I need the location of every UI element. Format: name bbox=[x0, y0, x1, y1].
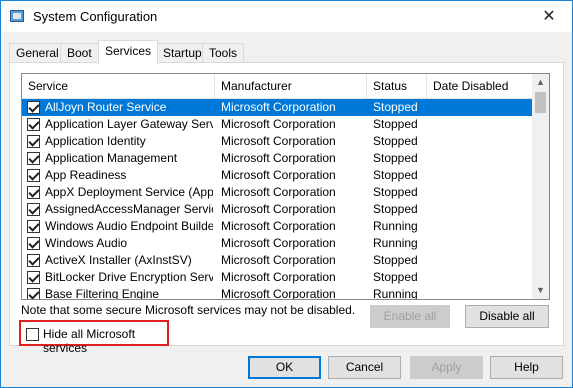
service-row[interactable]: Application Identity Microsoft Corporatio… bbox=[22, 133, 533, 150]
tab-tools[interactable]: Tools bbox=[202, 43, 245, 63]
close-icon[interactable]: ✕ bbox=[536, 5, 562, 29]
service-status: Stopped bbox=[373, 134, 418, 148]
service-name: ActiveX Installer (AxInstSV) bbox=[45, 253, 192, 267]
service-enabled-checkbox[interactable] bbox=[27, 101, 40, 114]
service-enabled-checkbox[interactable] bbox=[27, 288, 40, 299]
services-list[interactable]: Service Manufacturer Status Date Disable… bbox=[21, 73, 550, 300]
service-manufacturer: Microsoft Corporation bbox=[221, 287, 336, 300]
service-row[interactable]: BitLocker Drive Encryption Service Micros… bbox=[22, 269, 533, 286]
service-manufacturer: Microsoft Corporation bbox=[221, 270, 336, 284]
services-rows: AllJoyn Router Service Microsoft Corporat… bbox=[22, 99, 533, 300]
service-enabled-checkbox[interactable] bbox=[27, 203, 40, 216]
tab-general[interactable]: General bbox=[9, 43, 66, 63]
secure-services-note: Note that some secure Microsoft services… bbox=[21, 303, 356, 317]
help-button[interactable]: Help bbox=[490, 356, 563, 379]
service-row[interactable]: App Readiness Microsoft Corporation Stoppe… bbox=[22, 167, 533, 184]
scrollbar-thumb[interactable] bbox=[535, 92, 546, 113]
service-name: Windows Audio bbox=[45, 236, 128, 250]
service-row[interactable]: ActiveX Installer (AxInstSV) Microsoft Co… bbox=[22, 252, 533, 269]
apply-button[interactable]: Apply bbox=[410, 356, 483, 379]
service-enabled-checkbox[interactable] bbox=[27, 186, 40, 199]
service-enabled-checkbox[interactable] bbox=[27, 271, 40, 284]
service-enabled-checkbox[interactable] bbox=[27, 118, 40, 131]
msconfig-app-icon bbox=[10, 10, 24, 22]
service-manufacturer: Microsoft Corporation bbox=[221, 253, 336, 267]
service-status: Running bbox=[373, 287, 418, 300]
service-row[interactable]: AssignedAccessManager Service Microsoft C… bbox=[22, 201, 533, 218]
service-row[interactable]: Base Filtering Engine Microsoft Corporati… bbox=[22, 286, 533, 300]
system-configuration-window: System Configuration ✕ General Boot Serv… bbox=[0, 0, 573, 388]
service-enabled-checkbox[interactable] bbox=[27, 220, 40, 233]
scroll-up-arrow-icon[interactable]: ▲ bbox=[532, 74, 549, 91]
service-name: Windows Audio Endpoint Builder bbox=[45, 219, 213, 233]
service-name: Application Management bbox=[45, 151, 178, 165]
column-header-manufacturer[interactable]: Manufacturer bbox=[215, 74, 367, 99]
service-row[interactable]: Windows Audio Microsoft Corporation Runnin… bbox=[22, 235, 533, 252]
column-header-status[interactable]: Status bbox=[367, 74, 427, 99]
service-manufacturer: Microsoft Corporation bbox=[221, 202, 336, 216]
service-manufacturer: Microsoft Corporation bbox=[221, 151, 336, 165]
column-header-date-disabled[interactable]: Date Disabled bbox=[427, 74, 533, 99]
scroll-down-arrow-icon[interactable]: ▼ bbox=[532, 282, 549, 299]
service-status: Stopped bbox=[373, 117, 418, 131]
service-row[interactable]: AllJoyn Router Service Microsoft Corporat… bbox=[22, 99, 533, 116]
vertical-scrollbar[interactable]: ▲ ▼ bbox=[532, 74, 549, 299]
title-bar[interactable]: System Configuration ✕ bbox=[1, 1, 572, 32]
service-manufacturer: Microsoft Corporation bbox=[221, 117, 336, 131]
service-manufacturer: Microsoft Corporation bbox=[221, 185, 336, 199]
window-title: System Configuration bbox=[33, 9, 158, 24]
service-status: Stopped bbox=[373, 253, 418, 267]
service-enabled-checkbox[interactable] bbox=[27, 152, 40, 165]
cancel-button[interactable]: Cancel bbox=[328, 356, 401, 379]
tab-boot[interactable]: Boot bbox=[60, 43, 99, 63]
service-enabled-checkbox[interactable] bbox=[27, 169, 40, 182]
service-row[interactable]: Application Management Microsoft Corporat… bbox=[22, 150, 533, 167]
service-manufacturer: Microsoft Corporation bbox=[221, 236, 336, 250]
service-name: Base Filtering Engine bbox=[45, 287, 160, 300]
ok-button[interactable]: OK bbox=[248, 356, 321, 379]
service-name: Application Identity bbox=[45, 134, 146, 148]
service-status: Running bbox=[373, 219, 418, 233]
service-manufacturer: Microsoft Corporation bbox=[221, 168, 336, 182]
tab-startup[interactable]: Startup bbox=[156, 43, 209, 63]
service-row[interactable]: Windows Audio Endpoint Builder Microsoft … bbox=[22, 218, 533, 235]
services-tab-panel: Service Manufacturer Status Date Disable… bbox=[9, 62, 564, 355]
service-status: Stopped bbox=[373, 100, 418, 114]
service-status: Stopped bbox=[373, 202, 418, 216]
service-status: Running bbox=[373, 236, 418, 250]
service-status: Stopped bbox=[373, 151, 418, 165]
hide-microsoft-services-checkbox[interactable] bbox=[26, 328, 39, 341]
disable-all-button[interactable]: Disable all bbox=[465, 305, 549, 328]
hide-microsoft-services-label[interactable]: Hide all Microsoft services bbox=[43, 327, 167, 355]
service-manufacturer: Microsoft Corporation bbox=[221, 100, 336, 114]
service-status: Stopped bbox=[373, 168, 418, 182]
column-header-service[interactable]: Service bbox=[22, 74, 215, 99]
list-header: Service Manufacturer Status Date Disable… bbox=[22, 74, 533, 99]
service-status: Stopped bbox=[373, 270, 418, 284]
service-enabled-checkbox[interactable] bbox=[27, 237, 40, 250]
service-name: App Readiness bbox=[45, 168, 127, 182]
service-name: AssignedAccessManager Service bbox=[45, 202, 213, 216]
hide-microsoft-services-highlight: Hide all Microsoft services bbox=[19, 320, 169, 355]
service-status: Stopped bbox=[373, 185, 418, 199]
service-row[interactable]: AppX Deployment Service (AppX... Microsof… bbox=[22, 184, 533, 201]
service-row[interactable]: Application Layer Gateway Service Microso… bbox=[22, 116, 533, 133]
service-name: Application Layer Gateway Service bbox=[45, 117, 213, 131]
service-name: AllJoyn Router Service bbox=[45, 100, 167, 114]
service-name: AppX Deployment Service (AppX... bbox=[45, 185, 213, 199]
service-enabled-checkbox[interactable] bbox=[27, 254, 40, 267]
tab-services[interactable]: Services bbox=[98, 40, 159, 64]
enable-all-button[interactable]: Enable all bbox=[370, 305, 450, 328]
service-enabled-checkbox[interactable] bbox=[27, 135, 40, 148]
service-manufacturer: Microsoft Corporation bbox=[221, 134, 336, 148]
service-manufacturer: Microsoft Corporation bbox=[221, 219, 336, 233]
service-name: BitLocker Drive Encryption Service bbox=[45, 270, 213, 284]
